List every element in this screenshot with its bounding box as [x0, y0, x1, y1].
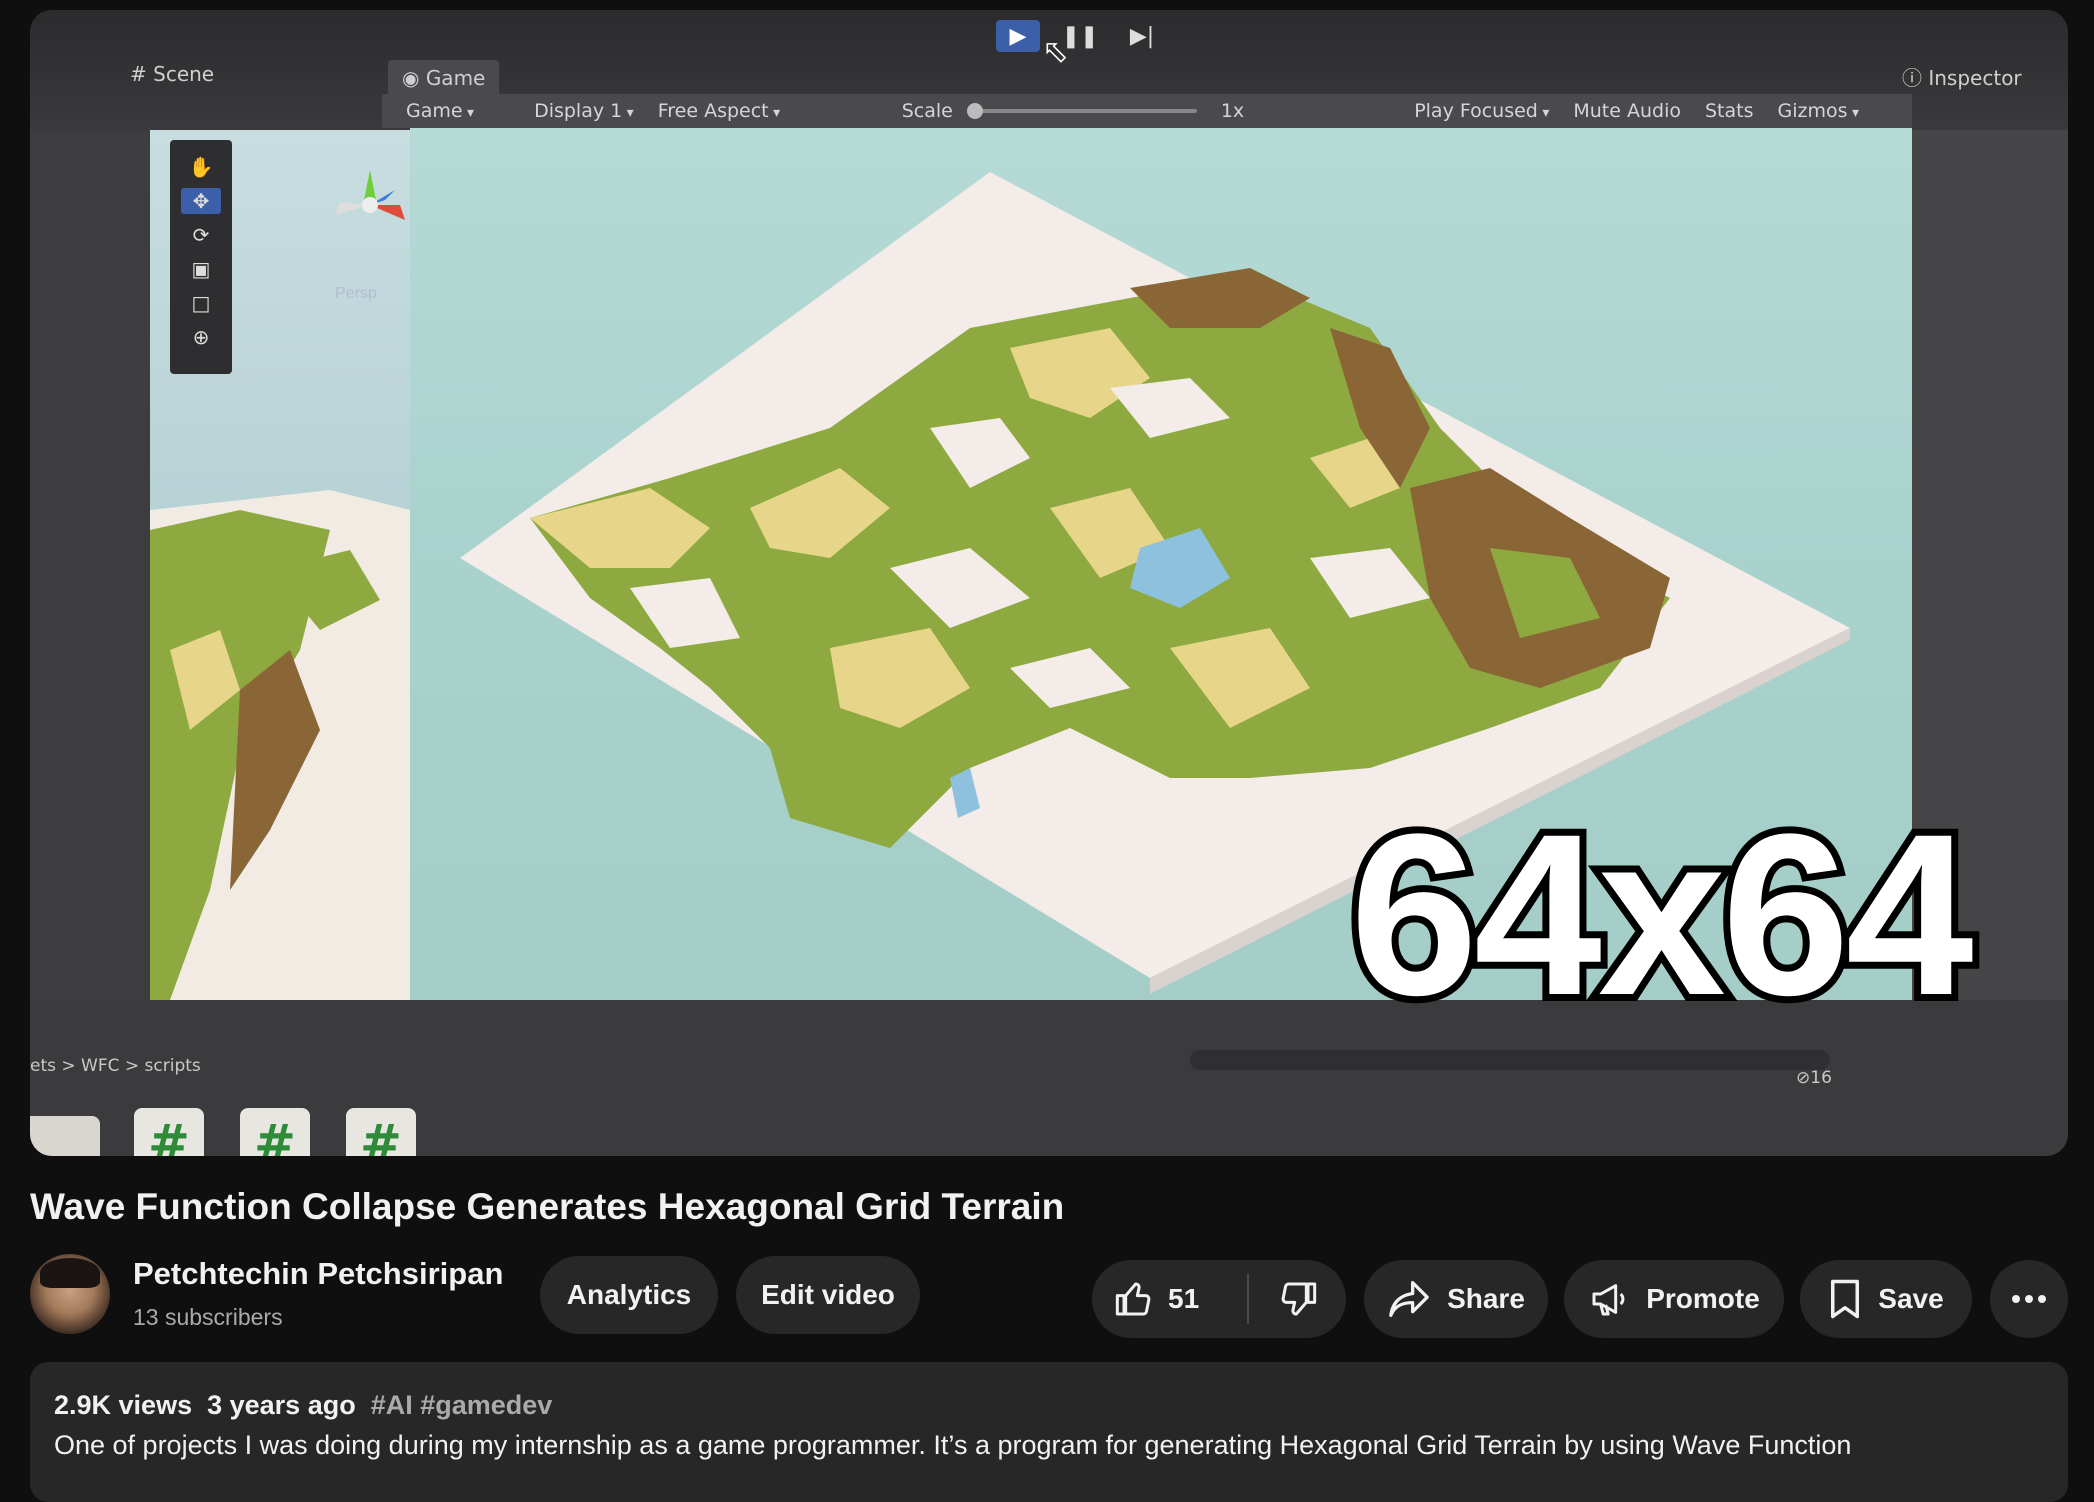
play-focused-dropdown: Play Focused: [1414, 100, 1549, 122]
thumbs-up-icon: [1115, 1282, 1151, 1316]
avatar-hair: [40, 1258, 100, 1288]
more-actions-button[interactable]: [1990, 1260, 2068, 1338]
hierarchy-panel: [30, 130, 150, 1000]
unity-play-controls: ▶ ❚❚ ▶|: [996, 20, 1164, 52]
tab-inspector-label: Inspector: [1928, 66, 2022, 90]
edit-video-button[interactable]: Edit video: [736, 1256, 920, 1334]
dislike-button[interactable]: [1249, 1260, 1346, 1338]
rect-tool-icon: □: [191, 291, 211, 315]
tab-inspector: ⓘ Inspector: [1902, 66, 2022, 90]
megaphone-icon: [1592, 1284, 1625, 1316]
promote-label: Promote: [1646, 1283, 1760, 1314]
share-button[interactable]: Share: [1364, 1260, 1548, 1338]
like-button[interactable]: 51: [1092, 1260, 1241, 1338]
aspect-dropdown: Free Aspect: [658, 100, 878, 122]
channel-name[interactable]: Petchtechin Petchsiripan: [133, 1256, 503, 1292]
tab-game: ◉ Game: [388, 60, 500, 96]
share-label: Share: [1447, 1283, 1525, 1314]
hidden-count: ⊘16: [1796, 1068, 1832, 1088]
cs-script-icon: #: [346, 1108, 416, 1156]
video-player[interactable]: ▶ ❚❚ ▶| ⬁ # Scene ◉ Game ⓘ Inspector ✋ ✥…: [30, 10, 2068, 1156]
tab-scene: # Scene: [130, 62, 215, 86]
hand-tool-icon: ✋: [188, 155, 214, 179]
tab-scene-label: Scene: [153, 62, 215, 86]
mute-audio-toggle: Mute Audio: [1573, 100, 1681, 122]
more-horizontal-icon: [2012, 1295, 2046, 1303]
video-title: Wave Function Collapse Generates Hexagon…: [30, 1186, 1065, 1227]
scale-tool-icon: ▣: [191, 257, 211, 281]
move-tool-icon: ✥: [181, 188, 221, 214]
scale-slider-knob: [966, 103, 983, 119]
hashtags[interactable]: #AI #gamedev: [371, 1390, 553, 1420]
persp-label: Persp: [335, 285, 377, 302]
view-count: 2.9K views: [54, 1390, 193, 1420]
tab-game-label: Game: [425, 66, 486, 90]
upload-age: 3 years ago: [207, 1390, 356, 1420]
play-icon: ▶: [996, 20, 1040, 52]
axis-gizmo-icon: [335, 170, 405, 220]
gizmos-dropdown: Gizmos: [1778, 100, 1860, 122]
like-count: 51: [1168, 1283, 1200, 1314]
cs-script-icon: #: [134, 1108, 204, 1156]
project-search-field: [1190, 1050, 1830, 1070]
hidden-count-value: 16: [1810, 1068, 1832, 1088]
mouse-cursor-icon: ⬁: [1042, 32, 1069, 70]
save-button[interactable]: Save: [1800, 1260, 1972, 1338]
game-toolbar: Game Display 1 Free Aspect Scale 1x Play…: [382, 94, 1912, 128]
thumbs-down-icon: [1281, 1282, 1316, 1316]
like-dislike-group: 51: [1092, 1260, 1346, 1338]
analytics-button[interactable]: Analytics: [540, 1256, 718, 1334]
promote-button[interactable]: Promote: [1564, 1260, 1784, 1338]
bookmark-icon: [1831, 1279, 1860, 1319]
display-dropdown: Display 1: [534, 100, 634, 122]
description-text: One of projects I was doing during my in…: [54, 1430, 1852, 1460]
folder-icon: [30, 1116, 100, 1156]
share-icon: [1389, 1281, 1429, 1317]
rotate-tool-icon: ⟳: [192, 223, 210, 247]
step-icon: ▶|: [1129, 23, 1155, 49]
stats-toggle: Stats: [1704, 100, 1754, 122]
subscriber-count: 13 subscribers: [133, 1304, 283, 1330]
scene-tools: ✋ ✥ ⟳ ▣ □ ⊕: [170, 140, 232, 374]
scale-label: Scale: [901, 100, 953, 122]
description-meta: 2.9K views 3 years ago #AI #gamedev: [54, 1390, 552, 1421]
video-overlay-caption: 64x64: [1343, 786, 1981, 1043]
save-label: Save: [1878, 1283, 1944, 1314]
game-dropdown: Game: [406, 100, 474, 122]
cs-script-icon: #: [240, 1108, 310, 1156]
channel-avatar[interactable]: [30, 1254, 110, 1334]
description-box[interactable]: 2.9K views 3 years ago #AI #gamedev One …: [30, 1362, 2068, 1502]
project-breadcrumb: ets > WFC > scripts: [30, 1056, 201, 1076]
scale-value: 1x: [1220, 100, 1245, 122]
transform-tool-icon: ⊕: [192, 325, 210, 349]
scale-slider: [966, 103, 1197, 119]
